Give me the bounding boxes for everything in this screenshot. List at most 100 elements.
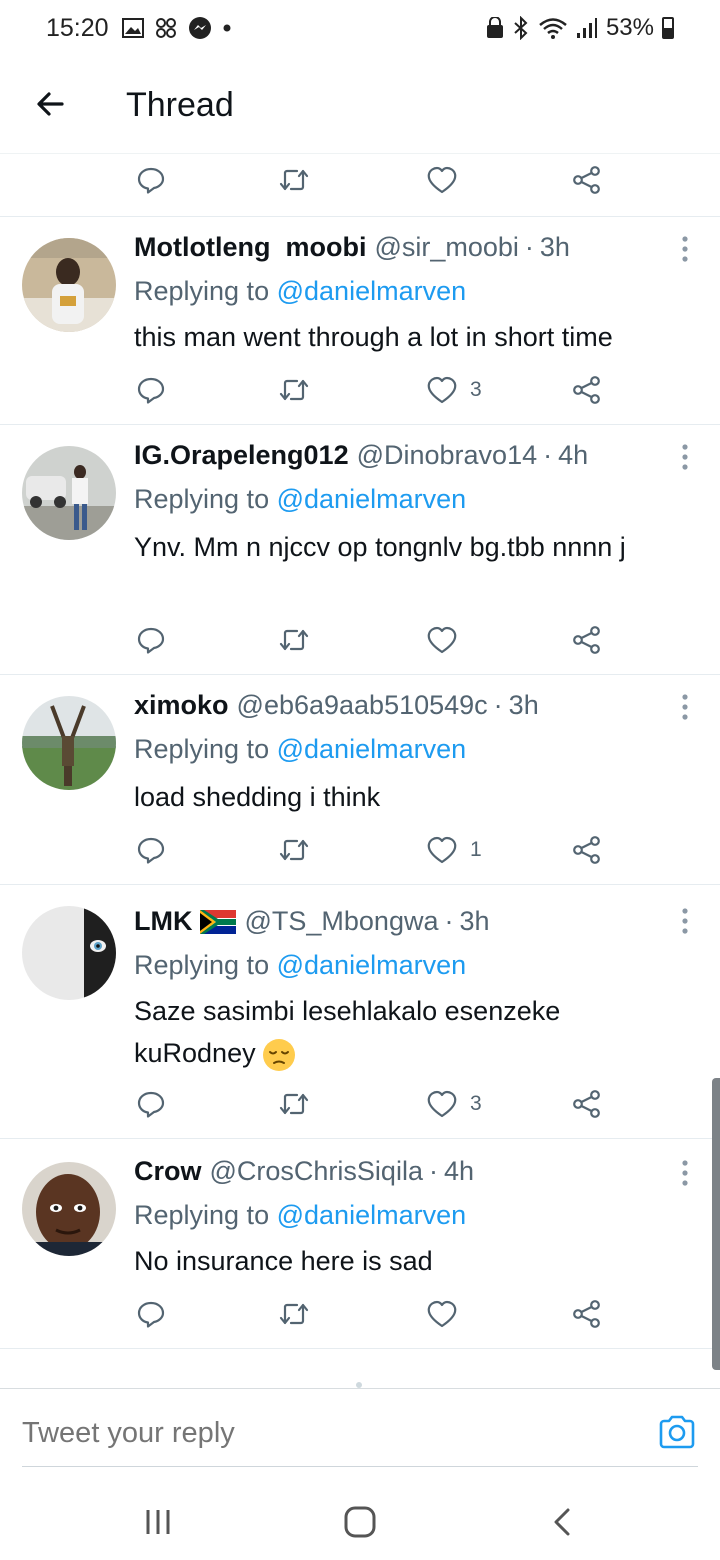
user-handle[interactable]: @Dinobravo14 <box>357 440 538 471</box>
reply-icon <box>137 167 165 194</box>
notification-icons <box>122 16 232 40</box>
display-name[interactable]: Crow <box>134 1156 202 1187</box>
wifi-icon <box>539 18 567 39</box>
like-button[interactable]: 3 <box>426 1084 482 1124</box>
mention-link[interactable]: @danielmarven <box>277 950 467 980</box>
share-icon <box>573 166 600 194</box>
replying-to-label: Replying to <box>134 1200 270 1230</box>
reply-button[interactable] <box>136 160 166 200</box>
tweet[interactable]: LMK @TS_Mbongwa · 3h Replying to @daniel… <box>0 884 720 1138</box>
retweet-button[interactable] <box>278 370 310 410</box>
avatar[interactable] <box>22 1162 116 1256</box>
tweet-time[interactable]: 3h <box>540 232 570 263</box>
heart-icon <box>427 1090 457 1118</box>
retweet-icon <box>279 1303 309 1325</box>
tweet-text-body: Saze sasimbi lesehlakalo esenzeke kuRodn… <box>134 996 561 1068</box>
more-options-icon[interactable] <box>678 1158 692 1188</box>
home-icon[interactable] <box>340 1502 380 1542</box>
retweet-button[interactable] <box>278 830 310 870</box>
replying-to: Replying to @danielmarven <box>134 1200 466 1231</box>
like-button[interactable]: 3 <box>426 370 482 410</box>
page-title: Thread <box>126 86 234 124</box>
recents-icon[interactable] <box>138 1502 178 1542</box>
more-options-icon[interactable] <box>678 906 692 936</box>
more-options-icon[interactable] <box>678 234 692 264</box>
share-button[interactable] <box>572 830 602 870</box>
tweet-time[interactable]: 3h <box>509 690 539 721</box>
reply-button[interactable] <box>136 1084 166 1124</box>
scrollbar[interactable] <box>712 1078 720 1370</box>
user-handle[interactable]: @sir_moobi <box>374 232 518 263</box>
mention-link[interactable]: @danielmarven <box>277 1200 467 1230</box>
avatar[interactable] <box>22 446 116 540</box>
display-name[interactable]: Motlotleng moobi <box>134 232 366 263</box>
share-button[interactable] <box>572 1084 602 1124</box>
back-icon[interactable] <box>542 1502 582 1542</box>
separator-dot: · <box>444 906 454 936</box>
avatar[interactable] <box>22 696 116 790</box>
retweet-button[interactable] <box>278 1084 310 1124</box>
tweet-actions <box>134 620 634 660</box>
share-button[interactable] <box>572 160 602 200</box>
tweet-actions: 1 <box>134 830 634 870</box>
retweet-icon <box>279 379 309 401</box>
reply-icon <box>137 837 165 864</box>
display-name[interactable]: IG.Orapeleng012 <box>134 440 349 471</box>
tweet[interactable]: Crow @CrosChrisSiqila · 4h Replying to @… <box>0 1138 720 1348</box>
retweet-icon <box>279 169 309 191</box>
share-icon <box>573 1090 600 1118</box>
share-icon <box>573 1300 600 1328</box>
retweet-button[interactable] <box>278 620 310 660</box>
more-options-icon[interactable] <box>678 692 692 722</box>
share-icon <box>573 626 600 654</box>
share-button[interactable] <box>572 370 602 410</box>
reply-button[interactable] <box>136 620 166 660</box>
replying-to-label: Replying to <box>134 950 270 980</box>
display-name[interactable]: LMK <box>134 906 192 937</box>
retweet-button[interactable] <box>278 1294 310 1334</box>
separator-dot: · <box>543 440 553 470</box>
avatar[interactable] <box>22 906 116 1000</box>
user-handle[interactable]: @eb6a9aab510549c <box>237 690 488 721</box>
tweet-time[interactable]: 4h <box>444 1156 474 1187</box>
tweet-actions <box>134 1294 634 1334</box>
mention-link[interactable]: @danielmarven <box>277 276 467 306</box>
arrow-left-icon[interactable] <box>32 86 68 122</box>
retweet-icon <box>279 839 309 861</box>
reply-input[interactable] <box>22 1417 622 1450</box>
reply-button[interactable] <box>136 830 166 870</box>
tweet[interactable]: Motlotleng moobi @sir_moobi · 3h Replyin… <box>0 216 720 424</box>
tweet-header: Motlotleng moobi @sir_moobi · 3h <box>134 232 570 263</box>
tweet[interactable]: ximoko @eb6a9aab510549c · 3h Replying to… <box>0 674 720 884</box>
like-button[interactable] <box>426 620 470 660</box>
tweet-time[interactable]: 3h <box>459 906 489 937</box>
user-handle[interactable]: @CrosChrisSiqila <box>210 1156 423 1187</box>
camera-icon[interactable] <box>658 1415 696 1449</box>
tweet-actions-previous <box>134 160 634 200</box>
tweet-text: Saze sasimbi lesehlakalo esenzeke kuRodn… <box>134 990 654 1074</box>
avatar[interactable] <box>22 238 116 332</box>
reply-button[interactable] <box>136 370 166 410</box>
messenger-icon <box>189 17 211 39</box>
reply-button[interactable] <box>136 1294 166 1334</box>
share-button[interactable] <box>572 1294 602 1334</box>
battery-percent: 53% <box>605 14 654 41</box>
system-nav-bar <box>0 1478 720 1560</box>
user-handle[interactable]: @TS_Mbongwa <box>244 906 438 937</box>
tweet-time[interactable]: 4h <box>558 440 588 471</box>
heart-icon <box>427 1300 457 1328</box>
tweet-header: IG.Orapeleng012 @Dinobravo14 · 4h <box>134 440 588 471</box>
replying-to-label: Replying to <box>134 734 270 764</box>
display-name[interactable]: ximoko <box>134 690 229 721</box>
mention-link[interactable]: @danielmarven <box>277 734 467 764</box>
tweet[interactable]: IG.Orapeleng012 @Dinobravo14 · 4h Replyi… <box>0 424 720 674</box>
more-options-icon[interactable] <box>678 442 692 472</box>
like-button[interactable] <box>426 160 458 200</box>
mention-link[interactable]: @danielmarven <box>277 484 467 514</box>
heart-icon <box>427 376 457 404</box>
share-icon <box>573 376 600 404</box>
like-button[interactable] <box>426 1294 470 1334</box>
share-button[interactable] <box>572 620 602 660</box>
retweet-button[interactable] <box>278 160 310 200</box>
like-button[interactable]: 1 <box>426 830 482 870</box>
